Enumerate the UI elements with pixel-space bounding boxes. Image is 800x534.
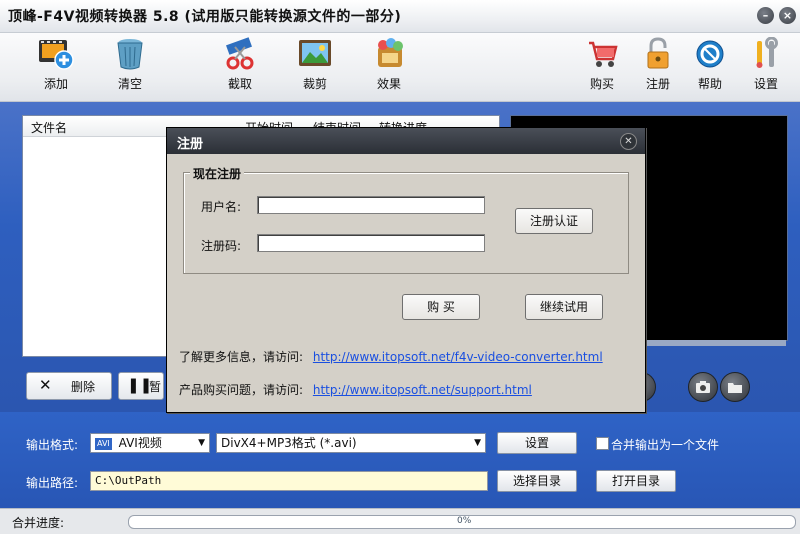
help-icon bbox=[696, 40, 724, 68]
delete-button[interactable]: ✕ 删除 bbox=[26, 372, 112, 400]
add-label: 添加 bbox=[43, 77, 68, 91]
codec-select[interactable]: DivX4+MP3格式 (*.avi) ▼ bbox=[216, 433, 486, 453]
minimize-button[interactable]: – bbox=[757, 7, 774, 24]
output-panel bbox=[0, 412, 800, 508]
open-snapshot-folder-button[interactable] bbox=[720, 372, 750, 402]
toolbar: 添加 清空 截取 裁剪 效果 购买 注册 帮助 设置 bbox=[0, 33, 800, 102]
trash-bin-icon bbox=[117, 39, 143, 70]
register-button[interactable]: 注册 bbox=[628, 37, 688, 99]
cut-button[interactable]: 截取 bbox=[210, 37, 270, 99]
clear-label: 清空 bbox=[117, 77, 142, 91]
buy-button[interactable]: 购买 bbox=[572, 37, 632, 99]
purchase-link[interactable]: http://www.itopsoft.net/support.html bbox=[313, 383, 532, 397]
settings-button[interactable]: 设置 bbox=[736, 37, 796, 99]
register-label: 注册 bbox=[645, 77, 670, 91]
add-button[interactable]: 添加 bbox=[26, 37, 86, 99]
shopping-cart-icon bbox=[589, 41, 618, 67]
merge-output-label: 合并输出为一个文件 bbox=[611, 438, 720, 452]
lock-icon bbox=[647, 37, 669, 69]
more-info-text: 了解更多信息，请访问: bbox=[179, 350, 304, 364]
effects-icon bbox=[378, 38, 403, 67]
close-button[interactable]: × bbox=[779, 7, 796, 24]
output-path-label: 输出路径: bbox=[26, 476, 79, 490]
purchase-info-line: 产品购买问题，请访问: http://www.itopsoft.net/supp… bbox=[179, 381, 532, 398]
merge-progress-label: 合并进度: bbox=[12, 516, 65, 530]
effects-button[interactable]: 效果 bbox=[359, 37, 419, 99]
dialog-title: 注册 bbox=[177, 137, 204, 152]
title-bar: 顶峰-F4V视频转换器 5.8 (试用版只能转换源文件的一部分) – × bbox=[0, 0, 800, 33]
purchase-text: 产品购买问题，请访问: bbox=[179, 383, 304, 397]
pause-button[interactable]: ❚❚ 暂 bbox=[118, 372, 164, 400]
x-icon: ✕ bbox=[39, 376, 52, 394]
chevron-down-icon: ▼ bbox=[474, 438, 481, 448]
scissors-film-icon bbox=[226, 37, 254, 70]
crop-button[interactable]: 裁剪 bbox=[285, 37, 345, 99]
output-format-label: 输出格式: bbox=[26, 438, 79, 452]
crop-label: 裁剪 bbox=[302, 77, 327, 91]
format-settings-button[interactable]: 设置 bbox=[497, 432, 577, 454]
more-info-link[interactable]: http://www.itopsoft.net/f4v-video-conver… bbox=[313, 350, 603, 364]
cut-label: 截取 bbox=[227, 77, 252, 91]
column-file-name[interactable]: 文件名 bbox=[31, 119, 67, 136]
chevron-down-icon: ▼ bbox=[198, 438, 205, 448]
folder-icon bbox=[728, 383, 742, 393]
tools-icon bbox=[756, 37, 778, 68]
username-input[interactable] bbox=[257, 196, 485, 214]
window-title: 顶峰-F4V视频转换器 5.8 (试用版只能转换源文件的一部分) bbox=[8, 9, 402, 25]
verify-registration-button[interactable]: 注册认证 bbox=[515, 208, 593, 234]
buy-label: 购买 bbox=[589, 77, 614, 91]
choose-directory-button[interactable]: 选择目录 bbox=[497, 470, 577, 492]
registration-code-label: 注册码: bbox=[201, 239, 242, 253]
open-directory-button[interactable]: 打开目录 bbox=[596, 470, 676, 492]
output-path-field[interactable]: C:\OutPath bbox=[90, 471, 488, 491]
output-format-value: AVI视频 bbox=[118, 436, 162, 450]
help-label: 帮助 bbox=[697, 77, 722, 91]
delete-label: 删除 bbox=[71, 380, 96, 394]
snapshot-button[interactable] bbox=[688, 372, 718, 402]
codec-value: DivX4+MP3格式 (*.avi) bbox=[221, 436, 357, 450]
crop-image-icon bbox=[299, 40, 331, 66]
username-label: 用户名: bbox=[201, 200, 242, 214]
film-add-icon bbox=[39, 40, 74, 70]
dialog-close-button[interactable]: ✕ bbox=[620, 133, 637, 150]
progress-text: 0% bbox=[457, 516, 472, 526]
effects-label: 效果 bbox=[376, 77, 401, 91]
registration-code-input[interactable] bbox=[257, 234, 485, 252]
clear-button[interactable]: 清空 bbox=[100, 37, 160, 99]
avi-badge-icon: AVI bbox=[95, 437, 112, 450]
help-button[interactable]: 帮助 bbox=[680, 37, 740, 99]
output-format-select[interactable]: AVI AVI视频 ▼ bbox=[90, 433, 210, 453]
pause-label: 暂 bbox=[149, 380, 162, 394]
more-info-line: 了解更多信息，请访问: http://www.itopsoft.net/f4v-… bbox=[179, 348, 603, 365]
merge-progress-bar: 0% bbox=[128, 515, 796, 529]
continue-trial-button[interactable]: 继续试用 bbox=[525, 294, 603, 320]
merge-output-checkbox[interactable] bbox=[596, 437, 609, 450]
camera-icon bbox=[696, 381, 710, 393]
register-now-legend: 现在注册 bbox=[190, 165, 245, 182]
dialog-buy-button[interactable]: 购 买 bbox=[402, 294, 480, 320]
settings-label: 设置 bbox=[753, 77, 778, 91]
register-dialog: 注册 ✕ 现在注册 用户名: 注册码: 注册认证 购 买 继续试用 了解更多信息… bbox=[166, 127, 646, 413]
dialog-title-bar: 注册 ✕ bbox=[167, 128, 645, 154]
